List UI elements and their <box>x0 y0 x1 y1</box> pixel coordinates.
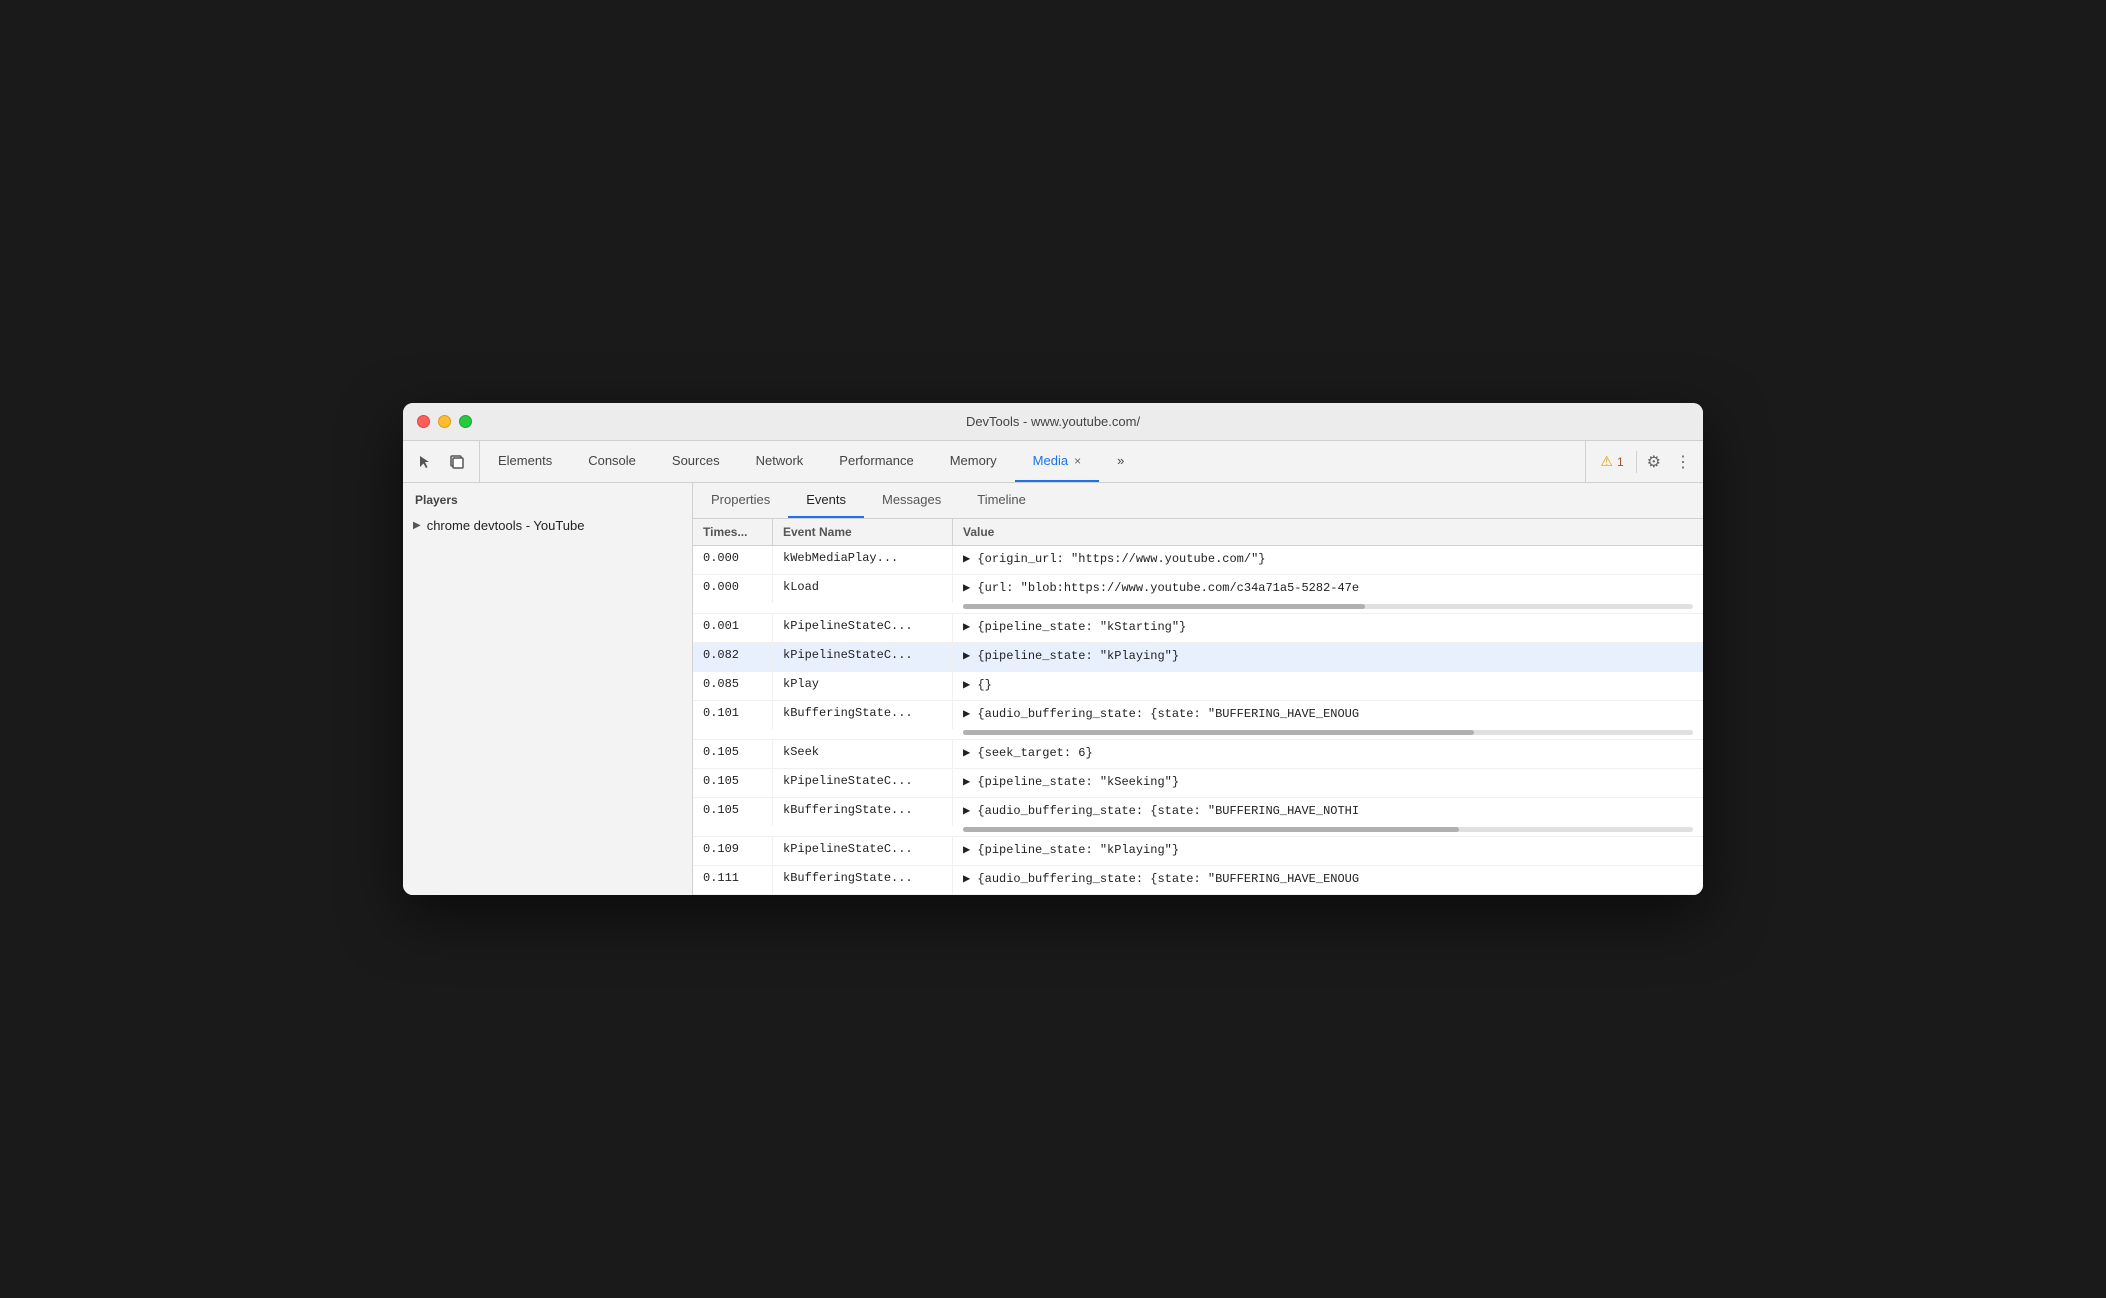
cell-value: ▶ {pipeline_state: "kPlaying"} <box>953 837 1703 865</box>
cell-value: ▶ {audio_buffering_state: {state: "BUFFE… <box>953 701 1703 729</box>
tab-performance[interactable]: Performance <box>821 441 931 482</box>
sub-tab-timeline[interactable]: Timeline <box>959 483 1044 518</box>
toolbar-right: ⚠ 1 ⚙ ⋮ <box>1585 441 1703 482</box>
tab-elements[interactable]: Elements <box>480 441 570 482</box>
tab-media-close[interactable]: × <box>1074 454 1081 468</box>
cell-value: ▶ {seek_target: 6} <box>953 740 1703 768</box>
sub-tab-properties[interactable]: Properties <box>693 483 788 518</box>
tab-memory[interactable]: Memory <box>932 441 1015 482</box>
window-title: DevTools - www.youtube.com/ <box>966 414 1140 429</box>
cell-timestamp: 0.082 <box>693 643 773 671</box>
cell-timestamp: 0.105 <box>693 740 773 768</box>
sidebar-header: Players <box>403 483 692 513</box>
settings-button[interactable]: ⚙ <box>1643 448 1665 476</box>
right-panel: Properties Events Messages Timeline Time… <box>693 483 1703 895</box>
cell-event-name: kBufferingState... <box>773 701 953 729</box>
table-row[interactable]: 0.000kWebMediaPlay...▶ {origin_url: "htt… <box>693 546 1703 575</box>
sub-tab-messages[interactable]: Messages <box>864 483 959 518</box>
cell-timestamp: 0.111 <box>693 866 773 894</box>
header-timestamp: Times... <box>693 519 773 545</box>
cell-timestamp: 0.000 <box>693 546 773 574</box>
cell-value: ▶ {} <box>953 672 1703 700</box>
toolbar: Elements Console Sources Network Perform… <box>403 441 1703 483</box>
table-row[interactable]: 0.105kBufferingState...▶ {audio_bufferin… <box>693 798 1703 837</box>
horizontal-scrollbar[interactable] <box>963 730 1474 735</box>
sub-tab-events[interactable]: Events <box>788 483 864 518</box>
cell-event-name: kLoad <box>773 575 953 603</box>
tab-media[interactable]: Media × <box>1015 441 1099 482</box>
table-row[interactable]: 0.101kBufferingState...▶ {audio_bufferin… <box>693 701 1703 740</box>
table-row[interactable]: 0.085kPlay▶ {} <box>693 672 1703 701</box>
tab-console[interactable]: Console <box>570 441 654 482</box>
layers-tool-button[interactable] <box>443 448 471 476</box>
cell-timestamp: 0.000 <box>693 575 773 603</box>
main-content: Players ▶ chrome devtools - YouTube Prop… <box>403 483 1703 895</box>
cell-event-name: kBufferingState... <box>773 798 953 826</box>
sidebar-item-player[interactable]: ▶ chrome devtools - YouTube <box>403 513 692 538</box>
cell-value: ▶ {pipeline_state: "kStarting"} <box>953 614 1703 642</box>
cursor-tool-button[interactable] <box>411 448 439 476</box>
table-row[interactable]: 0.105kPipelineStateC...▶ {pipeline_state… <box>693 769 1703 798</box>
cell-timestamp: 0.105 <box>693 769 773 797</box>
tab-network[interactable]: Network <box>738 441 822 482</box>
cell-value: ▶ {url: "blob:https://www.youtube.com/c3… <box>953 575 1703 603</box>
header-event-name: Event Name <box>773 519 953 545</box>
toolbar-icon-group <box>403 441 480 482</box>
table-row[interactable]: 0.111kBufferingState...▶ {audio_bufferin… <box>693 866 1703 895</box>
cell-event-name: kPipelineStateC... <box>773 614 953 642</box>
cell-event-name: kPlay <box>773 672 953 700</box>
maximize-button[interactable] <box>459 415 472 428</box>
table-row[interactable]: 0.000kLoad▶ {url: "blob:https://www.yout… <box>693 575 1703 614</box>
cell-value: ▶ {audio_buffering_state: {state: "BUFFE… <box>953 798 1703 826</box>
cell-timestamp: 0.001 <box>693 614 773 642</box>
table-header: Times... Event Name Value <box>693 519 1703 546</box>
cell-event-name: kSeek <box>773 740 953 768</box>
table-row[interactable]: 0.105kSeek▶ {seek_target: 6} <box>693 740 1703 769</box>
sub-tabs: Properties Events Messages Timeline <box>693 483 1703 519</box>
tab-more[interactable]: » <box>1099 441 1142 482</box>
cell-value: ▶ {pipeline_state: "kPlaying"} <box>953 643 1703 671</box>
traffic-lights <box>403 415 472 428</box>
header-value: Value <box>953 519 1703 545</box>
cursor-icon <box>417 454 433 470</box>
table-row[interactable]: 0.001kPipelineStateC...▶ {pipeline_state… <box>693 614 1703 643</box>
sidebar: Players ▶ chrome devtools - YouTube <box>403 483 693 895</box>
devtools-window: DevTools - www.youtube.com/ Elements Con <box>403 403 1703 895</box>
tab-sources[interactable]: Sources <box>654 441 738 482</box>
table-rows: 0.000kWebMediaPlay...▶ {origin_url: "htt… <box>693 546 1703 895</box>
close-button[interactable] <box>417 415 430 428</box>
minimize-button[interactable] <box>438 415 451 428</box>
events-table: Times... Event Name Value 0.000kWebMedia… <box>693 519 1703 895</box>
horizontal-scrollbar[interactable] <box>963 827 1459 832</box>
cell-event-name: kPipelineStateC... <box>773 837 953 865</box>
cell-timestamp: 0.109 <box>693 837 773 865</box>
horizontal-scrollbar[interactable] <box>963 604 1365 609</box>
table-row[interactable]: 0.082kPipelineStateC...▶ {pipeline_state… <box>693 643 1703 672</box>
cell-event-name: kPipelineStateC... <box>773 643 953 671</box>
cell-timestamp: 0.085 <box>693 672 773 700</box>
cell-event-name: kBufferingState... <box>773 866 953 894</box>
cell-event-name: kPipelineStateC... <box>773 769 953 797</box>
cell-timestamp: 0.105 <box>693 798 773 826</box>
layers-icon <box>449 454 465 470</box>
divider <box>1636 451 1637 473</box>
cell-value: ▶ {audio_buffering_state: {state: "BUFFE… <box>953 866 1703 894</box>
title-bar: DevTools - www.youtube.com/ <box>403 403 1703 441</box>
more-options-button[interactable]: ⋮ <box>1671 448 1695 476</box>
cell-timestamp: 0.101 <box>693 701 773 729</box>
cell-event-name: kWebMediaPlay... <box>773 546 953 574</box>
warning-icon: ⚠ <box>1600 453 1613 470</box>
warning-badge[interactable]: ⚠ 1 <box>1594 451 1629 472</box>
cell-value: ▶ {pipeline_state: "kSeeking"} <box>953 769 1703 797</box>
expand-arrow-icon: ▶ <box>413 520 421 531</box>
nav-tabs: Elements Console Sources Network Perform… <box>480 441 1585 482</box>
cell-value: ▶ {origin_url: "https://www.youtube.com/… <box>953 546 1703 574</box>
table-row[interactable]: 0.109kPipelineStateC...▶ {pipeline_state… <box>693 837 1703 866</box>
